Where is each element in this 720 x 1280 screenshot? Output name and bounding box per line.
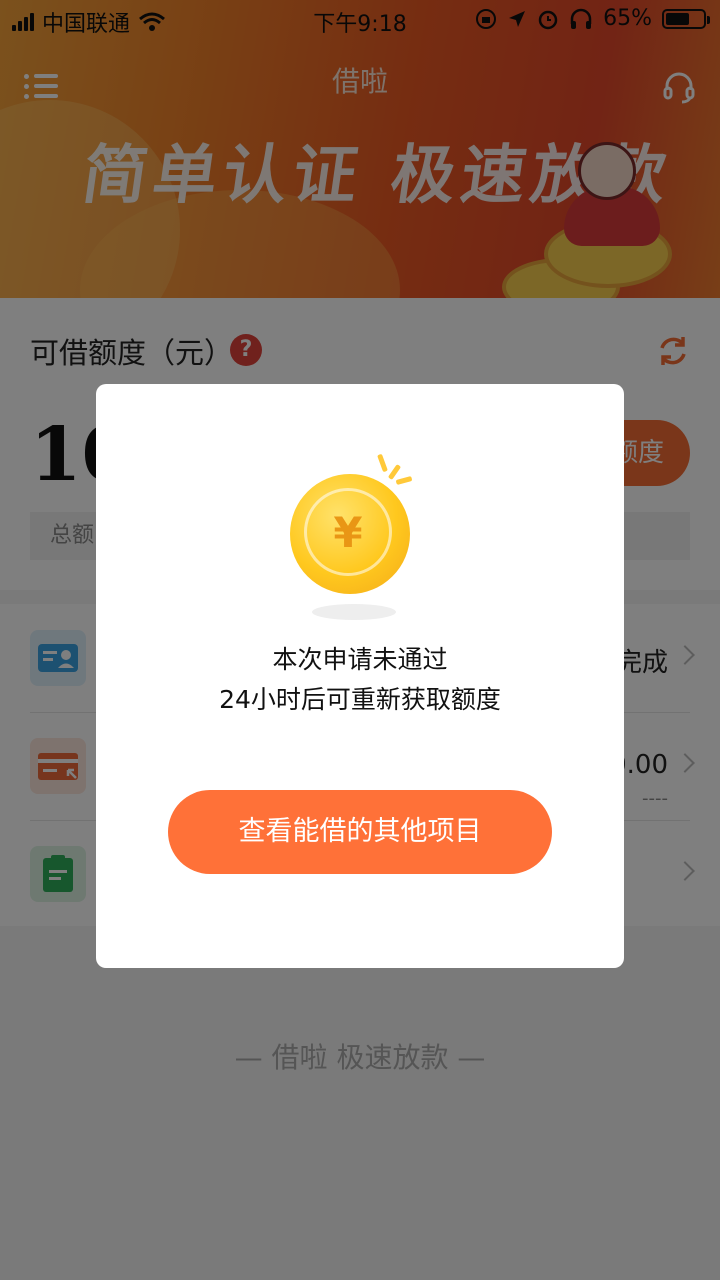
rejection-dialog: ¥ 本次申请未通过 24小时后可重新获取额度 查看能借的其他项目	[96, 384, 624, 968]
view-other-projects-button[interactable]: 查看能借的其他项目	[168, 790, 552, 874]
dialog-message-line1: 本次申请未通过	[272, 645, 448, 674]
yuan-symbol: ¥	[304, 488, 392, 576]
sparkle-decoration	[395, 476, 413, 485]
sparkle-decoration	[387, 464, 402, 480]
coin-shadow	[312, 604, 396, 620]
sparkle-decoration	[377, 453, 388, 473]
coin-icon: ¥	[290, 474, 410, 594]
dialog-message-line2: 24小时后可重新获取额度	[219, 685, 501, 714]
